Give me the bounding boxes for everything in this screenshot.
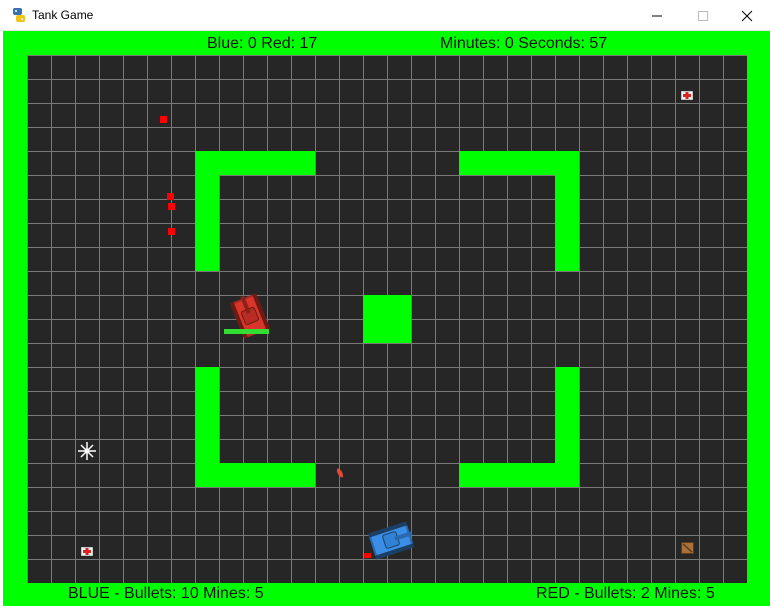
- wall-segment: [195, 151, 219, 271]
- blue-status-readout: BLUE - Bullets: 10 Mines: 5: [68, 585, 264, 602]
- mine: [167, 193, 174, 200]
- maximize-button[interactable]: [680, 0, 726, 31]
- window-title: Tank Game: [32, 8, 94, 22]
- minimize-button[interactable]: [634, 0, 680, 31]
- wall-segment: [195, 463, 315, 487]
- explosion-spark-icon: [77, 441, 97, 466]
- center-block: [363, 295, 411, 343]
- maximize-icon: [698, 10, 708, 21]
- score-readout: Blue: 0 Red: 17: [207, 35, 318, 52]
- python-app-icon: [11, 7, 27, 23]
- wall-segment: [555, 151, 579, 271]
- red-tank-icon: [227, 291, 273, 346]
- health-pickup-icon: [80, 543, 94, 561]
- minimize-icon: [652, 15, 662, 16]
- mine: [168, 228, 175, 235]
- wall-segment: [459, 463, 579, 487]
- mine: [168, 203, 175, 210]
- close-icon: [741, 10, 753, 21]
- red-status-readout: RED - Bullets: 2 Mines: 5: [536, 585, 715, 602]
- bullet-icon: [335, 466, 345, 484]
- ammo-crate-icon: [681, 541, 694, 559]
- timer-readout: Minutes: 0 Seconds: 57: [440, 35, 608, 52]
- red-tank-health-bar: [224, 329, 269, 334]
- close-button[interactable]: [724, 0, 770, 31]
- game-canvas[interactable]: Blue: 0 Red: 17 Minutes: 0 Seconds: 57 B…: [3, 31, 770, 606]
- mine: [160, 116, 167, 123]
- arena-grid: [27, 55, 747, 583]
- title-bar: Tank Game: [0, 0, 770, 31]
- health-pickup-icon: [680, 87, 694, 105]
- blue-tank-icon: [365, 518, 417, 567]
